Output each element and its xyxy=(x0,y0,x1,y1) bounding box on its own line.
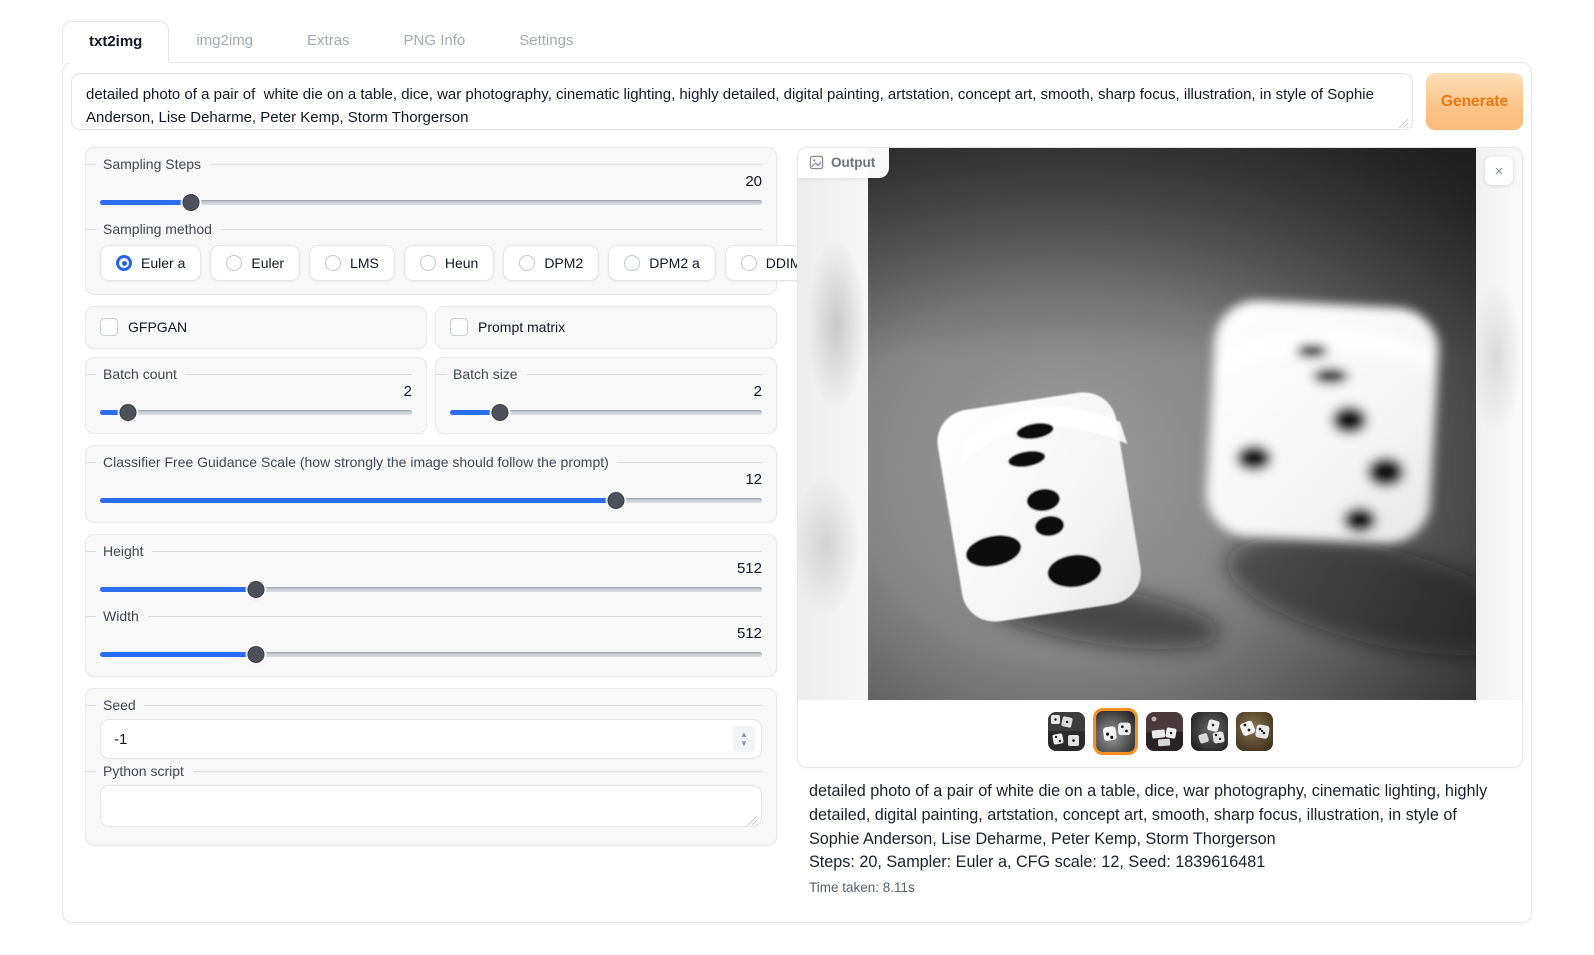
thumbnail-3[interactable] xyxy=(1146,712,1183,751)
generation-info: detailed photo of a pair of white die on… xyxy=(797,768,1523,898)
radio-lms[interactable]: LMS xyxy=(309,245,395,281)
output-label: Output xyxy=(831,155,875,170)
radio-icon xyxy=(420,255,436,271)
slider-track[interactable] xyxy=(100,410,412,415)
tab-settings[interactable]: Settings xyxy=(492,20,600,62)
gfpgan-checkbox[interactable] xyxy=(100,318,118,336)
width-slider[interactable] xyxy=(100,645,762,663)
sampling-method-label: Sampling method xyxy=(86,221,762,237)
thumbnail-1[interactable] xyxy=(1048,712,1085,751)
thumbnail-strip xyxy=(798,700,1522,767)
slider-fill xyxy=(100,587,256,592)
caption-prompt: detailed photo of a pair of white die on… xyxy=(809,780,1511,851)
tab-txt2img[interactable]: txt2img xyxy=(62,21,169,63)
prompt-matrix-label: Prompt matrix xyxy=(478,319,565,335)
radio-icon xyxy=(116,255,132,271)
seed-spinner[interactable]: ▲▼ xyxy=(733,726,755,752)
radio-icon xyxy=(741,255,757,271)
output-label-chip: Output xyxy=(798,148,889,178)
spinner-up-icon[interactable]: ▲ xyxy=(740,731,748,739)
batch-count-label: Batch count xyxy=(86,366,412,382)
output-column: Output × xyxy=(797,147,1523,898)
batch-size-value: 2 xyxy=(450,383,762,400)
settings-column: Sampling Steps 20 Sampling method Euler … xyxy=(71,147,777,898)
size-group: Height 512 Width 512 xyxy=(85,534,777,677)
gfpgan-label: GFPGAN xyxy=(128,319,187,335)
radio-icon xyxy=(624,255,640,271)
slider-handle[interactable] xyxy=(247,581,264,598)
slider-handle[interactable] xyxy=(182,194,199,211)
tab-extras[interactable]: Extras xyxy=(280,20,377,62)
slider-handle[interactable] xyxy=(248,646,265,663)
image-icon xyxy=(809,155,824,170)
width-label: Width xyxy=(86,608,762,624)
spinner-down-icon[interactable]: ▼ xyxy=(740,740,748,748)
thumbnail-5[interactable] xyxy=(1236,712,1273,751)
slider-handle[interactable] xyxy=(491,404,508,421)
batch-size-cell: Batch size 2 xyxy=(435,357,777,434)
output-image-area xyxy=(798,148,1522,700)
radio-icon xyxy=(325,255,341,271)
cfg-group: Classifier Free Guidance Scale (how stro… xyxy=(85,445,777,523)
sampling-steps-slider[interactable] xyxy=(100,193,762,211)
radio-euler[interactable]: Euler xyxy=(210,245,300,281)
slider-fill xyxy=(100,498,616,503)
prompt-input[interactable]: detailed photo of a pair of white die on… xyxy=(71,73,1413,130)
batch-size-label: Batch size xyxy=(436,366,762,382)
radio-heun[interactable]: Heun xyxy=(404,245,494,281)
sampling-group: Sampling Steps 20 Sampling method Euler … xyxy=(85,147,777,295)
cfg-value: 12 xyxy=(100,471,762,488)
slider-fill xyxy=(100,200,191,205)
caption-time: Time taken: 8.11s xyxy=(809,878,1511,898)
prompt-matrix-checkbox-row[interactable]: Prompt matrix xyxy=(450,318,762,336)
slider-fill xyxy=(100,652,256,657)
seed-label: Seed xyxy=(86,697,762,713)
generate-button[interactable]: Generate xyxy=(1426,73,1523,130)
python-script-input[interactable] xyxy=(100,785,762,827)
output-gallery: Output × xyxy=(797,147,1523,768)
prompt-matrix-checkbox[interactable] xyxy=(450,318,468,336)
cfg-slider[interactable] xyxy=(100,491,762,509)
tab-bar: txt2img img2img Extras PNG Info Settings xyxy=(62,20,1594,62)
seed-input[interactable] xyxy=(100,719,762,759)
txt2img-panel: detailed photo of a pair of white die on… xyxy=(62,62,1532,923)
generated-image xyxy=(868,148,1476,700)
prompt-row: detailed photo of a pair of white die on… xyxy=(71,73,1523,147)
seed-script-group: Seed ▲▼ Python script xyxy=(85,688,777,846)
batch-size-slider[interactable] xyxy=(450,403,762,421)
gfpgan-checkbox-row[interactable]: GFPGAN xyxy=(100,318,412,336)
python-script-label: Python script xyxy=(86,763,762,779)
tab-img2img[interactable]: img2img xyxy=(169,20,280,62)
radio-dpm2-a[interactable]: DPM2 a xyxy=(608,245,716,281)
height-label: Height xyxy=(86,543,762,559)
sampling-steps-value: 20 xyxy=(100,173,762,190)
close-output-button[interactable]: × xyxy=(1485,157,1513,185)
batch-count-slider[interactable] xyxy=(100,403,412,421)
slider-track[interactable] xyxy=(100,200,762,205)
prompt-matrix-cell: Prompt matrix xyxy=(435,306,777,349)
slider-handle[interactable] xyxy=(608,492,625,509)
radio-icon xyxy=(226,255,242,271)
thumbnail-4[interactable] xyxy=(1191,712,1228,751)
caption-params: Steps: 20, Sampler: Euler a, CFG scale: … xyxy=(809,851,1511,875)
height-value: 512 xyxy=(100,560,762,577)
sampling-method-radios: Euler a Euler LMS Heun DPM2 DPM2 a DDIM … xyxy=(100,245,762,281)
slider-handle[interactable] xyxy=(120,404,137,421)
tab-png-info[interactable]: PNG Info xyxy=(377,20,493,62)
sampling-steps-label: Sampling Steps xyxy=(86,156,762,172)
image-edge-blur-left xyxy=(798,148,868,700)
thumbnail-2-selected[interactable] xyxy=(1093,708,1138,755)
batch-count-cell: Batch count 2 xyxy=(85,357,427,434)
batch-count-value: 2 xyxy=(100,383,412,400)
batch-grid: GFPGAN Prompt matrix Batch count 2 xyxy=(85,306,777,434)
width-value: 512 xyxy=(100,625,762,642)
gfpgan-cell: GFPGAN xyxy=(85,306,427,349)
radio-icon xyxy=(519,255,535,271)
radio-dpm2[interactable]: DPM2 xyxy=(503,245,599,281)
radio-euler-a[interactable]: Euler a xyxy=(100,245,201,281)
height-slider[interactable] xyxy=(100,580,762,598)
image-edge-blur-right xyxy=(1476,148,1522,700)
cfg-label: Classifier Free Guidance Scale (how stro… xyxy=(86,454,762,470)
